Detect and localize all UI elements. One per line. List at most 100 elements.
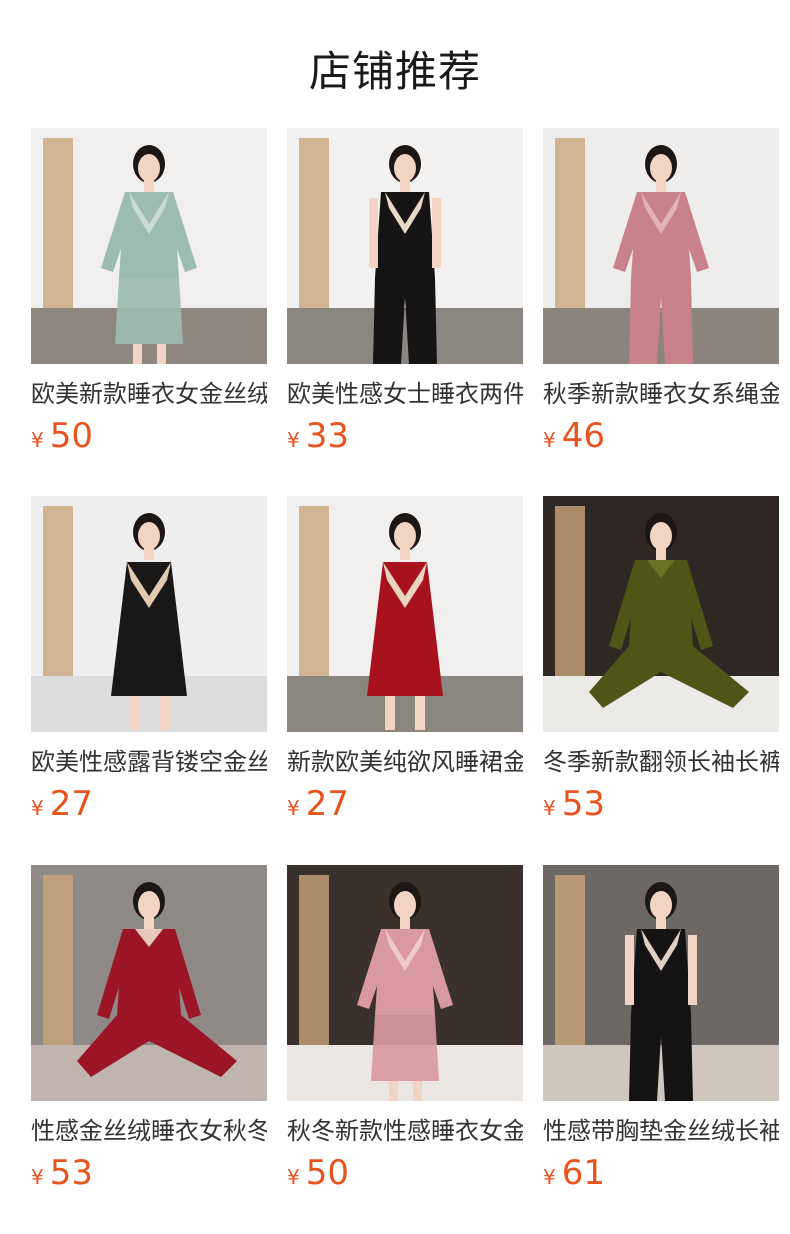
product-image[interactable] bbox=[287, 496, 523, 732]
product-name[interactable]: 欧美性感露背镂空金丝 bbox=[31, 746, 267, 778]
photo-floor bbox=[287, 308, 523, 364]
product-image[interactable] bbox=[543, 496, 779, 732]
photo-shelf bbox=[555, 506, 585, 676]
model-face bbox=[138, 154, 160, 182]
model-leg bbox=[157, 344, 166, 364]
currency-symbol: ¥ bbox=[287, 796, 300, 820]
product-photo bbox=[287, 865, 523, 1101]
product-card[interactable]: 新款欧美纯欲风睡裙金 ¥27 bbox=[287, 496, 523, 836]
currency-symbol: ¥ bbox=[543, 428, 556, 452]
model-face bbox=[650, 891, 672, 919]
price-value: 46 bbox=[561, 416, 605, 456]
currency-symbol: ¥ bbox=[31, 796, 44, 820]
product-image[interactable] bbox=[31, 496, 267, 732]
price-value: 50 bbox=[49, 416, 93, 456]
model-leg bbox=[129, 696, 139, 730]
product-name[interactable]: 冬季新款翻领长袖长裤 bbox=[543, 746, 779, 778]
garment-top bbox=[631, 929, 691, 1015]
product-image[interactable] bbox=[543, 128, 779, 364]
model-face bbox=[138, 522, 160, 550]
product-name[interactable]: 欧美新款睡衣女金丝绒 bbox=[31, 378, 267, 410]
product-card[interactable]: 欧美性感露背镂空金丝 ¥27 bbox=[31, 496, 267, 836]
garment-top bbox=[375, 929, 435, 1015]
model-arm bbox=[688, 935, 697, 1005]
model-neck bbox=[144, 548, 154, 560]
product-price: ¥27 bbox=[31, 784, 93, 824]
product-photo bbox=[287, 496, 523, 732]
garment-skirt bbox=[371, 1015, 439, 1081]
product-image[interactable] bbox=[31, 865, 267, 1101]
product-card[interactable]: 欧美新款睡衣女金丝绒 ¥50 bbox=[31, 128, 267, 468]
product-price: ¥46 bbox=[543, 416, 605, 456]
product-photo bbox=[543, 865, 779, 1101]
model-neck bbox=[656, 180, 666, 192]
currency-symbol: ¥ bbox=[31, 1165, 44, 1189]
product-image[interactable] bbox=[31, 128, 267, 364]
model-leg bbox=[415, 696, 425, 730]
product-price: ¥53 bbox=[543, 784, 605, 824]
photo-floor bbox=[543, 308, 779, 364]
page-title: 店铺推荐 bbox=[308, 47, 481, 96]
model-leg bbox=[389, 1081, 398, 1101]
product-price: ¥50 bbox=[31, 416, 93, 456]
product-price: ¥27 bbox=[287, 784, 349, 824]
photo-shelf bbox=[43, 875, 73, 1045]
model-neck bbox=[144, 917, 154, 929]
photo-shelf bbox=[299, 138, 329, 308]
model-leg bbox=[413, 1081, 422, 1101]
photo-shelf bbox=[299, 875, 329, 1045]
product-name[interactable]: 秋冬新款性感睡衣女金 bbox=[287, 1115, 523, 1147]
product-image[interactable] bbox=[543, 865, 779, 1101]
product-card[interactable]: 性感金丝绒睡衣女秋冬 ¥53 bbox=[31, 865, 267, 1205]
product-photo bbox=[543, 128, 779, 364]
price-value: 27 bbox=[305, 784, 349, 824]
model-neck bbox=[656, 548, 666, 560]
price-value: 53 bbox=[49, 1153, 93, 1193]
product-card[interactable]: 秋冬新款性感睡衣女金 ¥50 bbox=[287, 865, 523, 1205]
product-image[interactable] bbox=[287, 865, 523, 1101]
price-value: 53 bbox=[561, 784, 605, 824]
currency-symbol: ¥ bbox=[543, 796, 556, 820]
product-name[interactable]: 性感金丝绒睡衣女秋冬 bbox=[31, 1115, 267, 1147]
product-name[interactable]: 欧美性感女士睡衣两件 bbox=[287, 378, 523, 410]
product-photo bbox=[543, 496, 779, 732]
product-photo bbox=[31, 128, 267, 364]
product-name[interactable]: 秋季新款睡衣女系绳金 bbox=[543, 378, 779, 410]
product-card[interactable]: 秋季新款睡衣女系绳金 ¥46 bbox=[543, 128, 779, 468]
price-value: 33 bbox=[305, 416, 349, 456]
product-card[interactable]: 欧美性感女士睡衣两件 ¥33 bbox=[287, 128, 523, 468]
model-arm bbox=[369, 198, 378, 268]
photo-shelf bbox=[555, 138, 585, 308]
currency-symbol: ¥ bbox=[543, 1165, 556, 1189]
model-face bbox=[394, 891, 416, 919]
product-photo bbox=[31, 865, 267, 1101]
product-price: ¥61 bbox=[543, 1153, 605, 1193]
product-card[interactable]: 冬季新款翻领长袖长裤 ¥53 bbox=[543, 496, 779, 836]
photo-floor bbox=[543, 1045, 779, 1101]
product-price: ¥33 bbox=[287, 416, 349, 456]
model-face bbox=[394, 522, 416, 550]
model-face bbox=[650, 154, 672, 182]
product-price: ¥53 bbox=[31, 1153, 93, 1193]
product-name[interactable]: 性感带胸垫金丝绒长袖 bbox=[543, 1115, 779, 1147]
model-neck bbox=[400, 917, 410, 929]
photo-floor bbox=[543, 676, 779, 732]
garment-skirt bbox=[115, 278, 183, 344]
product-photo bbox=[31, 496, 267, 732]
product-card[interactable]: 性感带胸垫金丝绒长袖 ¥61 bbox=[543, 865, 779, 1205]
model-face bbox=[394, 154, 416, 182]
model-neck bbox=[656, 917, 666, 929]
product-name[interactable]: 新款欧美纯欲风睡裙金 bbox=[287, 746, 523, 778]
model-face bbox=[650, 522, 672, 550]
product-image[interactable] bbox=[287, 128, 523, 364]
model-arm bbox=[625, 935, 634, 1005]
photo-shelf bbox=[299, 506, 329, 676]
garment-top bbox=[631, 192, 691, 278]
product-price: ¥50 bbox=[287, 1153, 349, 1193]
currency-symbol: ¥ bbox=[287, 428, 300, 452]
photo-floor bbox=[31, 1045, 267, 1101]
model-leg bbox=[385, 696, 395, 730]
garment-top bbox=[375, 192, 435, 278]
product-photo bbox=[287, 128, 523, 364]
model-arm bbox=[432, 198, 441, 268]
